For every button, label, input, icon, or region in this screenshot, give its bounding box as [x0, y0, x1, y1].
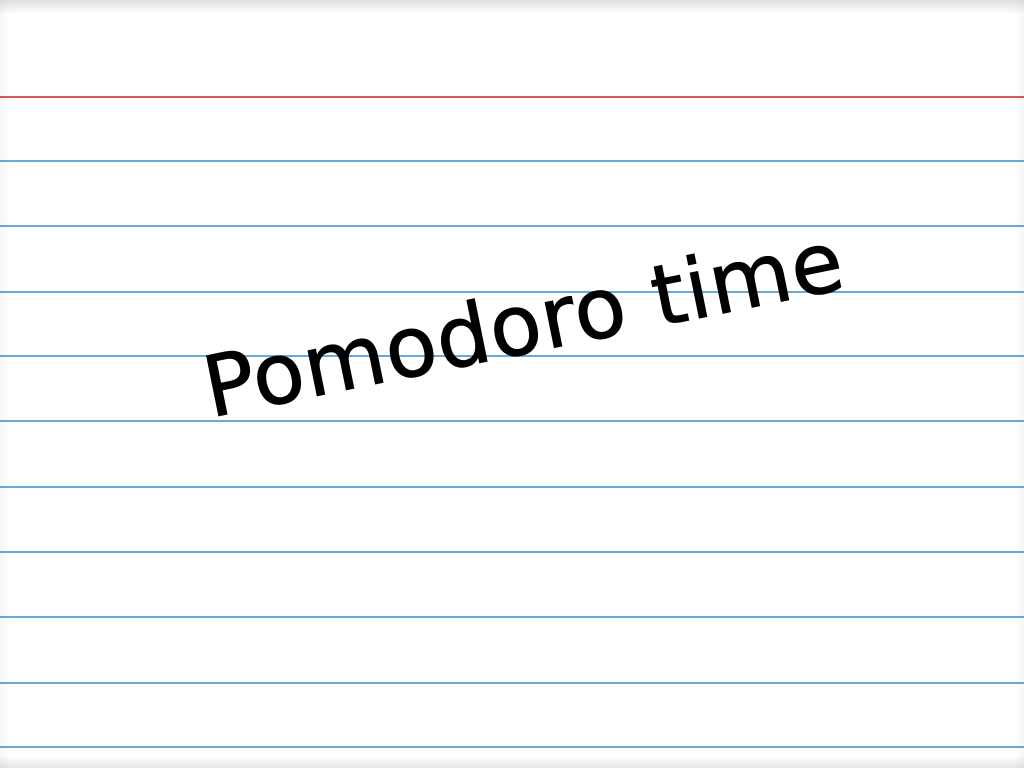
- handwritten-title: Pomodoro time: [195, 211, 853, 438]
- title-area: Pomodoro time: [0, 0, 1024, 768]
- index-card: Pomodoro time: [0, 0, 1024, 768]
